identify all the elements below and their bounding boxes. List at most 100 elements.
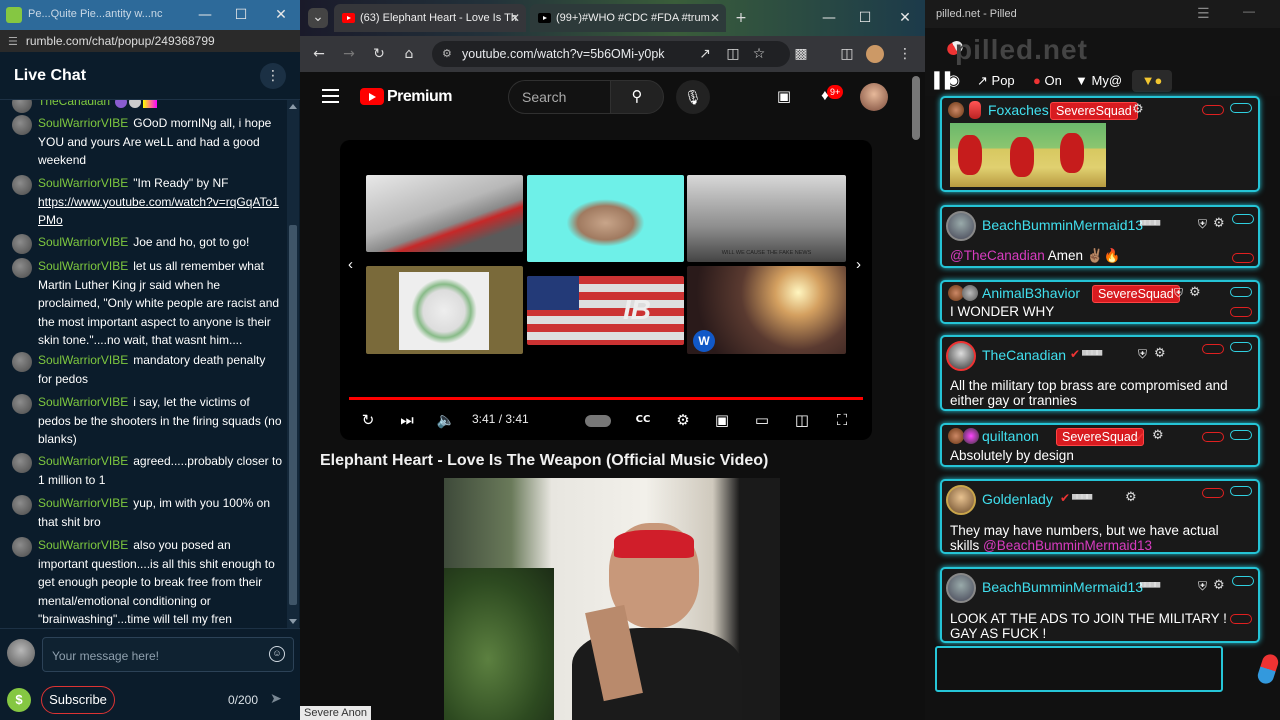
- avatar[interactable]: [946, 341, 976, 371]
- blue-pill-icon[interactable]: [1230, 486, 1252, 496]
- send-pill-icon[interactable]: [1255, 652, 1280, 686]
- search-icon[interactable]: ⚲: [610, 80, 664, 114]
- chat-message-input[interactable]: Your message here! ☺: [42, 637, 294, 672]
- blue-pill-icon[interactable]: [1230, 430, 1252, 440]
- subscribe-button[interactable]: Subscribe: [41, 686, 115, 714]
- minimize-icon[interactable]: —: [186, 0, 224, 30]
- chat-link[interactable]: https://www.youtube.com/watch?v=rqGqATo1…: [38, 195, 279, 228]
- video-progress-bar[interactable]: [349, 397, 863, 400]
- blue-pill-icon[interactable]: [1232, 576, 1254, 586]
- previous-arrow-icon[interactable]: ‹: [348, 256, 353, 273]
- minimize-icon[interactable]: —: [1243, 4, 1255, 18]
- cast-icon[interactable]: ◫: [724, 45, 742, 63]
- settings-gear-icon[interactable]: ⚙: [1213, 578, 1225, 593]
- mention-link[interactable]: @BeachBumminMermaid13: [983, 538, 1152, 553]
- close-icon[interactable]: ✕: [262, 0, 300, 30]
- rant-dollar-icon[interactable]: $: [7, 688, 31, 712]
- endscreen-thumbnail[interactable]: IB: [527, 276, 684, 345]
- sidepanel-icon[interactable]: ◫: [838, 45, 856, 63]
- site-settings-icon[interactable]: ☰: [8, 35, 18, 48]
- red-pill-icon[interactable]: [1202, 344, 1224, 354]
- captions-icon[interactable]: CC: [633, 408, 653, 432]
- next-video-icon[interactable]: ⏭: [397, 408, 417, 432]
- next-arrow-icon[interactable]: ›: [856, 256, 861, 273]
- avatar[interactable]: [963, 428, 979, 444]
- replay-icon[interactable]: ↻: [358, 408, 378, 432]
- emoji-icon[interactable]: ☺: [269, 646, 285, 662]
- post-username[interactable]: BeachBumminMermaid13: [982, 579, 1143, 595]
- scroll-up-icon[interactable]: [289, 104, 297, 109]
- user-avatar[interactable]: [7, 639, 35, 667]
- scroll-down-icon[interactable]: [289, 619, 297, 624]
- chat-username[interactable]: SoulWarriorVIBE: [38, 538, 128, 552]
- tab-tiktok[interactable]: (99+)#WHO #CDC #FDA #trum ✕: [530, 4, 726, 32]
- home-icon[interactable]: ⌂: [400, 45, 418, 63]
- extensions-icon[interactable]: ▩: [792, 45, 810, 63]
- cast-icon[interactable]: ◫: [792, 408, 812, 432]
- new-tab-icon[interactable]: +: [732, 9, 750, 27]
- pop-button[interactable]: ↗ Pop: [977, 70, 1015, 92]
- endscreen-thumbnail[interactable]: [527, 175, 684, 262]
- minimize-icon[interactable]: —: [810, 0, 848, 36]
- settings-gear-icon[interactable]: ⚙: [1132, 102, 1144, 117]
- site-info-icon[interactable]: ⚙: [442, 47, 452, 60]
- settings-gear-icon[interactable]: ⚙: [1213, 216, 1225, 231]
- mentions-filter[interactable]: ▼ My@: [1075, 70, 1122, 92]
- post-gif-image[interactable]: [950, 123, 1106, 187]
- blue-pill-icon[interactable]: [1230, 287, 1252, 297]
- chat-bubble-icon[interactable]: ◉: [947, 70, 960, 92]
- theater-mode-icon[interactable]: ▭: [752, 408, 772, 432]
- forward-icon[interactable]: →: [340, 45, 358, 63]
- chat-username[interactable]: SoulWarriorVIBE: [38, 454, 128, 468]
- red-pill-icon[interactable]: [1202, 105, 1224, 115]
- youtube-premium-brand[interactable]: Premium: [387, 88, 452, 106]
- post-username[interactable]: BeachBumminMermaid13: [982, 217, 1143, 233]
- mention-link[interactable]: @TheCanadian: [950, 248, 1045, 263]
- rumble-url-bar[interactable]: ☰ rumble.com/chat/popup/249368799: [0, 30, 300, 52]
- window-menu-icon[interactable]: ☰: [1197, 5, 1210, 22]
- avatar[interactable]: [946, 573, 976, 603]
- video-player[interactable]: ‹ › WILL WE CAUSE THE FAKE NEWS IB W ↻ ⏭…: [340, 140, 872, 440]
- filter-pill-button[interactable]: ▼●: [1132, 70, 1172, 92]
- close-tab-icon[interactable]: ✕: [510, 11, 520, 25]
- chat-username[interactable]: SoulWarriorVIBE: [38, 176, 128, 190]
- create-video-icon[interactable]: ▣: [773, 87, 795, 107]
- settings-gear-icon[interactable]: ⚙: [1125, 490, 1137, 505]
- youtube-logo-icon[interactable]: [360, 88, 384, 105]
- red-pill-icon[interactable]: [1202, 488, 1224, 498]
- back-icon[interactable]: ←: [310, 45, 328, 63]
- search-input[interactable]: Search: [508, 80, 610, 114]
- tab-youtube[interactable]: (63) Elephant Heart - Love Is Th ✕: [334, 4, 526, 32]
- scrollbar-thumb[interactable]: [289, 225, 297, 605]
- chat-username[interactable]: SoulWarriorVIBE: [38, 235, 128, 249]
- address-bar[interactable]: ⚙ youtube.com/watch?v=5b6OMi-y0pk ↗ ◫ ☆: [432, 41, 790, 67]
- miniplayer-icon[interactable]: ▣: [712, 408, 732, 432]
- tab-search-icon[interactable]: ⌄: [308, 8, 328, 28]
- account-avatar[interactable]: [860, 83, 888, 111]
- endscreen-thumbnail[interactable]: [366, 175, 523, 252]
- maximize-icon[interactable]: ☐: [222, 0, 260, 30]
- chat-scrollbar[interactable]: [287, 100, 299, 628]
- endscreen-thumbnail[interactable]: [366, 266, 523, 354]
- blue-pill-icon[interactable]: [1230, 342, 1252, 352]
- chat-message-list[interactable]: TheCanadian SoulWarriorVIBE GOoD mornINg …: [0, 100, 286, 628]
- red-pill-icon[interactable]: [1230, 614, 1252, 624]
- chat-username[interactable]: SoulWarriorVIBE: [38, 353, 128, 367]
- hamburger-menu-icon[interactable]: [322, 89, 339, 107]
- maximize-icon[interactable]: ☐: [846, 0, 884, 36]
- fullscreen-icon[interactable]: ⛶: [832, 408, 852, 432]
- volume-icon[interactable]: 🔈: [436, 408, 456, 432]
- more-options-icon[interactable]: ⋮: [260, 62, 286, 89]
- reload-icon[interactable]: ↻: [370, 45, 388, 63]
- chat-username[interactable]: TheCanadian: [38, 100, 110, 108]
- chat-username[interactable]: SoulWarriorVIBE: [38, 395, 128, 409]
- avatar[interactable]: [946, 485, 976, 515]
- endscreen-thumbnail[interactable]: WILL WE CAUSE THE FAKE NEWS: [687, 175, 846, 262]
- profile-avatar[interactable]: [866, 45, 884, 63]
- chat-username[interactable]: SoulWarriorVIBE: [38, 259, 128, 273]
- post-username[interactable]: AnimalB3havior: [982, 285, 1080, 301]
- settings-gear-icon[interactable]: ⚙: [673, 408, 693, 432]
- red-pill-icon[interactable]: [1202, 432, 1224, 442]
- avatar[interactable]: [948, 428, 964, 444]
- blue-pill-icon[interactable]: [1230, 103, 1252, 113]
